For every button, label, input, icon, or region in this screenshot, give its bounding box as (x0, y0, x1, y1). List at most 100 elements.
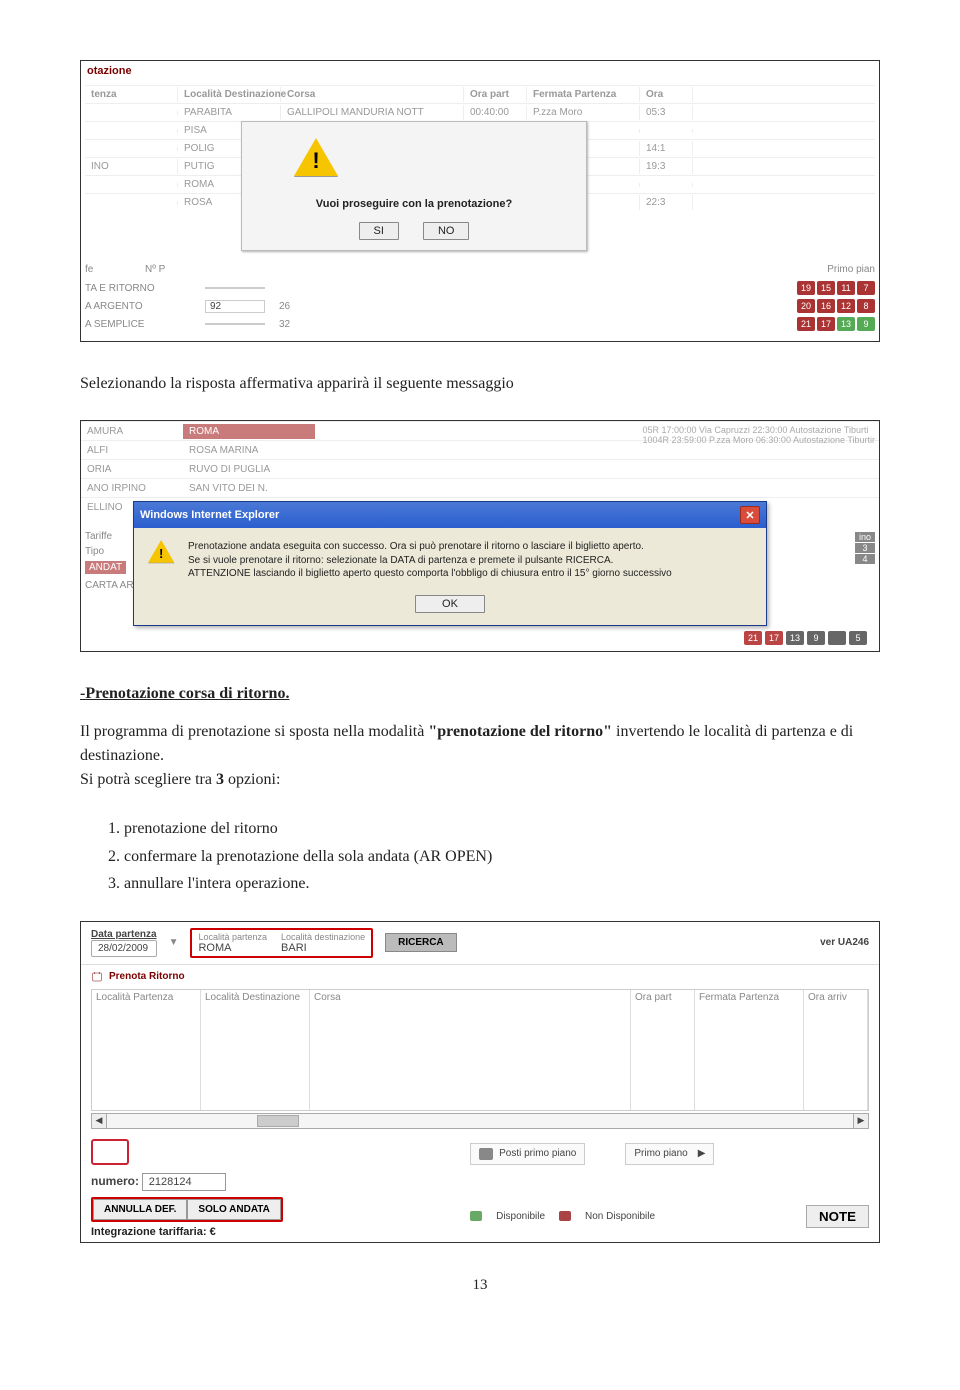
para2-b: "prenotazione del ritorno" (428, 723, 612, 740)
col-loc-dest: Località Destinazione (201, 990, 310, 1110)
col-ora-part: Ora part (631, 990, 695, 1110)
seat-row: 2016128 (797, 299, 875, 313)
fig1-fe-label: fe (85, 264, 145, 275)
posti-label: Posti primo piano (499, 1148, 576, 1159)
card-slot-icon (91, 1139, 129, 1165)
seat: 8 (857, 299, 875, 313)
opt-3: annullare l'intera operazione. (124, 871, 880, 897)
primo-piano-label: Primo piano (634, 1148, 687, 1159)
confirm-yes-button[interactable]: SI (359, 222, 399, 240)
figure-prenota-ritorno: Data partenza 28/02/2009 ▼ Località part… (80, 921, 880, 1243)
seat: 7 (857, 281, 875, 295)
seat: 17 (765, 631, 783, 645)
tariff-label: A ARGENTO (85, 301, 205, 312)
cell: RUVO DI PUGLIA (183, 462, 315, 477)
cell: 14:1 (640, 141, 693, 156)
numero-label: numero: (91, 1174, 139, 1188)
numero-value[interactable]: 2128124 (142, 1173, 226, 1191)
cell: AMURA (81, 424, 183, 439)
opt-2: confermare la prenotazione della sola an… (124, 844, 880, 870)
paragraph-1: Selezionando la risposta affermativa app… (80, 372, 880, 396)
seat-row: 2117139 (797, 317, 875, 331)
cell (85, 129, 178, 133)
seat (828, 631, 846, 645)
para2-a: Il programma di prenotazione si sposta n… (80, 723, 428, 740)
bg-text: 05R 17:00:00 Via Capruzzi 22:30:00 Autos… (643, 425, 876, 435)
cell: GALLIPOLI MANDURIA NOTT (281, 105, 464, 120)
seat: 11 (837, 281, 855, 295)
seat: 21 (797, 317, 815, 331)
table-row: PARABITAGALLIPOLI MANDURIA NOTT00:40:00P… (85, 103, 875, 121)
results-list: Località Partenza Località Destinazione … (91, 989, 869, 1111)
side-num: ino (855, 532, 875, 542)
data-partenza-label: Data partenza (91, 929, 157, 940)
tariff-val-a: 92 (205, 300, 265, 313)
ie-msg-line2: Se si vuole prenotare il ritorno: selezi… (188, 554, 672, 568)
confirm-no-button[interactable]: NO (423, 222, 470, 240)
cell: INO (85, 159, 178, 174)
seat: 15 (817, 281, 835, 295)
booking-icon (91, 971, 103, 983)
cell (85, 201, 178, 205)
legend-row: Disponibile Non Disponibile NOTE (470, 1205, 869, 1228)
data-partenza-value[interactable]: 28/02/2009 (91, 940, 157, 957)
tariff-row: A ARGENTO92262016128 (85, 297, 875, 315)
fig1-np-label: Nº P (145, 264, 165, 275)
cell: ALFI (81, 443, 183, 458)
solo-andata-button[interactable]: SOLO ANDATA (187, 1199, 280, 1220)
seat: 9 (857, 317, 875, 331)
annulla-def-button[interactable]: ANNULLA DEF. (93, 1199, 187, 1220)
tariff-label: TA E RITORNO (85, 283, 205, 294)
loc-dest-value[interactable]: BARI (281, 942, 365, 954)
loc-part-value[interactable]: ROMA (198, 942, 267, 954)
col-corsa: Corsa (281, 87, 464, 102)
fig1-title: otazione (81, 61, 879, 81)
cell: P.zza Moro (527, 105, 640, 120)
tariff-val-b: 32 (279, 319, 290, 330)
scroll-left-icon[interactable]: ◀ (91, 1113, 107, 1129)
col-corsa: Corsa (310, 990, 631, 1110)
primo-piano-toggle[interactable]: Primo piano ▶ (625, 1143, 714, 1165)
tariff-row: TA E RITORNO 1915117 (85, 279, 875, 297)
ie-msg-line1: Prenotazione andata eseguita con success… (188, 540, 672, 554)
confirm-dialog-message: Vuoi proseguire con la prenotazione? (254, 198, 574, 210)
cell: ORIA (81, 462, 183, 477)
legend-non-disponibile: Non Disponibile (585, 1211, 655, 1222)
warning-icon (148, 540, 174, 564)
cell: 00:40:00 (464, 105, 527, 120)
seat: 17 (817, 317, 835, 331)
fig2-tipo: Tipo (85, 546, 104, 557)
ie-dialog: Windows Internet Explorer ✕ Prenotazione… (133, 501, 767, 626)
bg-text: 1004R 23:59:00 P.zza Moro 06:30:00 Autos… (643, 435, 876, 445)
heading-return-booking: -Prenotazione corsa di ritorno. (80, 682, 880, 706)
seat-row: 1915117 (797, 281, 875, 295)
scroll-thumb[interactable] (257, 1115, 299, 1127)
cell (85, 147, 178, 151)
cell (640, 129, 693, 133)
seat: 12 (837, 299, 855, 313)
cell (85, 111, 178, 115)
tab-prenota-ritorno[interactable]: Prenota Ritorno (81, 965, 879, 989)
warning-icon (294, 138, 338, 178)
version-label: ver UA246 (820, 937, 869, 948)
col-loc-dest: Località Destinazione (178, 87, 281, 102)
close-icon[interactable]: ✕ (740, 506, 760, 524)
ok-button[interactable]: OK (415, 595, 485, 613)
ricerca-button[interactable]: RICERCA (385, 933, 457, 952)
posti-primo-piano[interactable]: Posti primo piano (470, 1143, 585, 1165)
table-row: ORIARUVO DI PUGLIA (81, 459, 879, 478)
page-number: 13 (80, 1277, 880, 1294)
tab-label: Prenota Ritorno (109, 971, 185, 982)
confirm-dialog: Vuoi proseguire con la prenotazione? SI … (241, 121, 587, 251)
action-buttons-group: ANNULLA DEF. SOLO ANDATA (91, 1197, 283, 1222)
col-ora: Ora (640, 87, 693, 102)
note-button[interactable]: NOTE (806, 1205, 869, 1228)
seat: 20 (797, 299, 815, 313)
table-row: ANO IRPINOSAN VITO DEI N. (81, 478, 879, 497)
ie-dialog-titlebar: Windows Internet Explorer ✕ (134, 502, 766, 528)
fig3-top-row: Data partenza 28/02/2009 ▼ Località part… (81, 922, 879, 965)
h-scrollbar[interactable]: ◀ ▶ (91, 1113, 869, 1129)
cell: 22:3 (640, 195, 693, 210)
scroll-right-icon[interactable]: ▶ (853, 1113, 869, 1129)
cell: ROMA (183, 424, 315, 439)
